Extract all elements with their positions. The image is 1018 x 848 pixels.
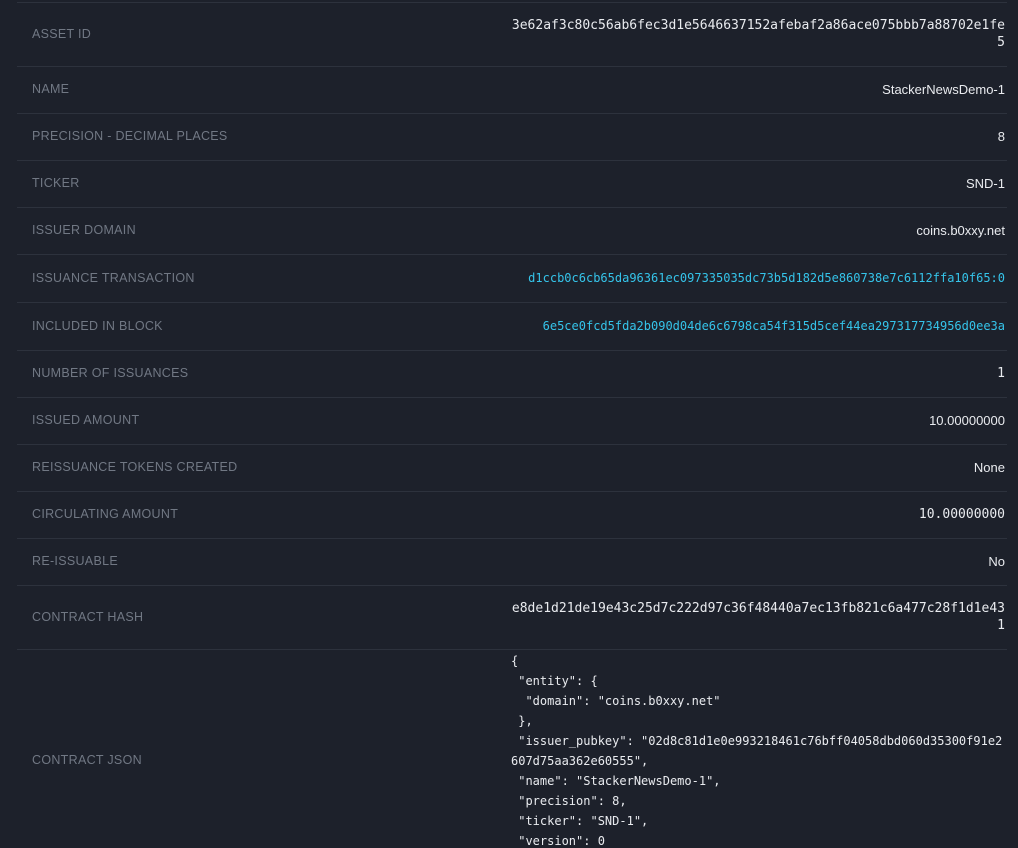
table-row: CONTRACT JSON { "entity": { "domain": "c… (17, 650, 1007, 848)
row-label-issuance-transaction: ISSUANCE TRANSACTION (17, 255, 511, 303)
table-row: PRECISION - DECIMAL PLACES 8 (17, 114, 1007, 161)
contract-json-value: { "entity": { "domain": "coins.b0xxy.net… (511, 651, 1005, 848)
row-label-contract-hash: CONTRACT HASH (17, 586, 511, 650)
asset-details-table: ASSET ID 3e62af3c80c56ab6fec3d1e56466371… (17, 2, 1007, 848)
row-label-issuer-domain: ISSUER DOMAIN (17, 208, 511, 255)
row-label-reissuance-tokens: REISSUANCE TOKENS CREATED (17, 445, 511, 492)
included-in-block-link[interactable]: 6e5ce0fcd5fda2b090d04de6c6798ca54f315d5c… (543, 319, 1005, 333)
table-row: ISSUED AMOUNT 10.00000000 (17, 398, 1007, 445)
table-row: REISSUANCE TOKENS CREATED None (17, 445, 1007, 492)
reissuance-tokens-value: None (511, 445, 1007, 492)
row-label-contract-json: CONTRACT JSON (17, 650, 511, 848)
re-issuable-value: No (511, 539, 1007, 586)
row-label-name: NAME (17, 67, 511, 114)
row-label-issued-amount: ISSUED AMOUNT (17, 398, 511, 445)
table-row: ASSET ID 3e62af3c80c56ab6fec3d1e56466371… (17, 3, 1007, 67)
precision-value: 8 (511, 114, 1007, 161)
table-row: CONTRACT HASH e8de1d21de19e43c25d7c222d9… (17, 586, 1007, 650)
asset-id-value: 3e62af3c80c56ab6fec3d1e5646637152afebaf2… (511, 3, 1007, 67)
issuer-domain-value: coins.b0xxy.net (511, 208, 1007, 255)
table-row: CIRCULATING AMOUNT 10.00000000 (17, 492, 1007, 539)
table-row: NAME StackerNewsDemo-1 (17, 67, 1007, 114)
issuance-transaction-link[interactable]: d1ccb0c6cb65da96361ec097335035dc73b5d182… (528, 271, 1005, 285)
table-row: RE-ISSUABLE No (17, 539, 1007, 586)
ticker-value: SND-1 (511, 161, 1007, 208)
contract-hash-value: e8de1d21de19e43c25d7c222d97c36f48440a7ec… (511, 586, 1007, 650)
asset-name-value: StackerNewsDemo-1 (511, 67, 1007, 114)
row-label-included-in-block: INCLUDED IN BLOCK (17, 303, 511, 351)
row-label-circulating-amount: CIRCULATING AMOUNT (17, 492, 511, 539)
row-label-ticker: TICKER (17, 161, 511, 208)
row-label-re-issuable: RE-ISSUABLE (17, 539, 511, 586)
row-label-number-of-issuances: NUMBER OF ISSUANCES (17, 351, 511, 398)
issued-amount-value: 10.00000000 (511, 398, 1007, 445)
table-row: TICKER SND-1 (17, 161, 1007, 208)
number-of-issuances-value: 1 (511, 351, 1007, 398)
circulating-amount-value: 10.00000000 (511, 492, 1007, 539)
table-row: ISSUANCE TRANSACTION d1ccb0c6cb65da96361… (17, 255, 1007, 303)
table-row: ISSUER DOMAIN coins.b0xxy.net (17, 208, 1007, 255)
row-label-precision: PRECISION - DECIMAL PLACES (17, 114, 511, 161)
row-label-asset-id: ASSET ID (17, 3, 511, 67)
table-row: NUMBER OF ISSUANCES 1 (17, 351, 1007, 398)
table-row: INCLUDED IN BLOCK 6e5ce0fcd5fda2b090d04d… (17, 303, 1007, 351)
